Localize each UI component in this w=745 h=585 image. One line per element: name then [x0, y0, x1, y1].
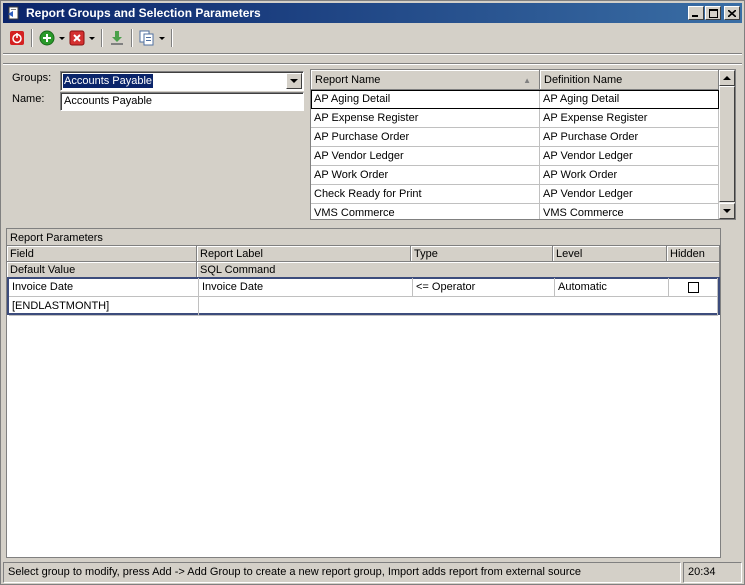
- import-icon: [111, 31, 123, 45]
- chevron-down-icon: [59, 36, 65, 40]
- arrow-up-icon: [723, 76, 731, 80]
- reports-grid-header: Report Name ▲ Definition Name: [311, 70, 719, 90]
- column-header-definition-name[interactable]: Definition Name: [540, 70, 719, 90]
- table-row[interactable]: Check Ready for Print AP Vendor Ledger: [311, 185, 719, 204]
- report-parameters-grid: Report Parameters Field Report Label Typ…: [6, 228, 721, 558]
- minimize-button[interactable]: [688, 6, 704, 20]
- hidden-cell[interactable]: [669, 278, 718, 297]
- toolbar-separator: [131, 29, 133, 47]
- delete-icon: [69, 30, 85, 46]
- groups-label: Groups:: [12, 72, 52, 84]
- groups-select[interactable]: Accounts Payable: [60, 71, 304, 91]
- title-bar: Report Groups and Selection Parameters: [3, 3, 742, 23]
- groups-selected-value: Accounts Payable: [63, 74, 154, 88]
- table-row[interactable]: Invoice Date Invoice Date <= Operator Au…: [7, 278, 720, 297]
- add-icon: [39, 30, 55, 46]
- definition-name-cell[interactable]: VMS Commerce: [540, 204, 719, 219]
- params-header-row-1: Field Report Label Type Level Hidden: [7, 246, 720, 262]
- definition-name-cell[interactable]: AP Aging Detail: [540, 90, 719, 109]
- close-icon: [728, 9, 736, 17]
- column-header-report-label[interactable]: Report Label: [197, 246, 411, 262]
- delete-button[interactable]: [67, 27, 97, 49]
- scroll-down-button[interactable]: [719, 203, 735, 219]
- params-header-row-2: Default Value SQL Command: [7, 262, 720, 278]
- table-row[interactable]: AP Vendor Ledger AP Vendor Ledger: [311, 147, 719, 166]
- report-name-cell[interactable]: AP Aging Detail: [311, 90, 540, 109]
- import-button[interactable]: [107, 27, 127, 49]
- column-header-field[interactable]: Field: [7, 246, 197, 262]
- column-label: Definition Name: [544, 74, 623, 86]
- app-icon: [8, 6, 19, 20]
- reports-grid: Report Name ▲ Definition Name AP Aging D…: [310, 69, 736, 220]
- report-label-cell[interactable]: Invoice Date: [199, 278, 413, 297]
- report-name-cell[interactable]: AP Vendor Ledger: [311, 147, 540, 166]
- window-title: Report Groups and Selection Parameters: [26, 6, 261, 20]
- add-button[interactable]: [37, 27, 67, 49]
- toolbar-separator: [101, 29, 103, 47]
- column-header-default-value[interactable]: Default Value: [7, 262, 197, 278]
- column-header-level[interactable]: Level: [553, 246, 667, 262]
- hidden-checkbox[interactable]: [687, 282, 699, 293]
- toolbar-divider: [3, 53, 742, 55]
- close-button[interactable]: [724, 6, 740, 20]
- report-name-cell[interactable]: AP Expense Register: [311, 109, 540, 128]
- report-parameters-caption: Report Parameters: [7, 229, 720, 246]
- type-cell[interactable]: <= Operator: [413, 278, 555, 297]
- default-value-cell[interactable]: [ENDLASTMONTH]: [9, 297, 199, 316]
- column-header-type[interactable]: Type: [411, 246, 553, 262]
- scroll-thumb[interactable]: [719, 86, 735, 202]
- minimize-icon: [692, 14, 698, 17]
- table-row[interactable]: VMS Commerce VMS Commerce: [311, 204, 719, 219]
- power-icon: [10, 31, 24, 45]
- status-bar: Select group to modify, press Add -> Add…: [3, 562, 742, 583]
- report-name-cell[interactable]: VMS Commerce: [311, 204, 540, 219]
- reports-grid-scrollbar[interactable]: [719, 70, 735, 219]
- column-header-hidden[interactable]: Hidden: [667, 246, 720, 262]
- report-name-cell[interactable]: AP Work Order: [311, 166, 540, 185]
- copy-button[interactable]: [137, 27, 167, 49]
- panel-divider: [3, 63, 742, 65]
- chevron-down-icon: [159, 36, 165, 40]
- groups-dropdown-button[interactable]: [286, 73, 302, 89]
- table-row[interactable]: AP Expense Register AP Expense Register: [311, 109, 719, 128]
- name-field[interactable]: Accounts Payable: [60, 92, 304, 111]
- table-row[interactable]: AP Aging Detail AP Aging Detail: [311, 90, 719, 109]
- toolbar: [3, 25, 742, 51]
- maximize-button[interactable]: [705, 6, 721, 20]
- field-cell[interactable]: Invoice Date: [9, 278, 199, 297]
- sort-ascending-icon: ▲: [523, 76, 531, 85]
- status-message: Select group to modify, press Add -> Add…: [3, 562, 681, 583]
- column-header-report-name[interactable]: Report Name ▲: [311, 70, 540, 90]
- scroll-up-button[interactable]: [719, 70, 735, 86]
- definition-name-cell[interactable]: AP Expense Register: [540, 109, 719, 128]
- toolbar-separator: [31, 29, 33, 47]
- table-row[interactable]: AP Purchase Order AP Purchase Order: [311, 128, 719, 147]
- level-cell[interactable]: Automatic: [555, 278, 669, 297]
- definition-name-cell[interactable]: AP Work Order: [540, 166, 719, 185]
- arrow-down-icon: [723, 209, 731, 213]
- report-name-cell[interactable]: Check Ready for Print: [311, 185, 540, 204]
- copy-icon: [139, 30, 154, 46]
- exit-button[interactable]: [7, 27, 27, 49]
- report-groups-window: Report Groups and Selection Parameters G…: [0, 0, 745, 585]
- table-row[interactable]: [ENDLASTMONTH]: [7, 297, 720, 316]
- report-name-cell[interactable]: AP Purchase Order: [311, 128, 540, 147]
- column-label: Report Name: [315, 74, 381, 86]
- table-row[interactable]: AP Work Order AP Work Order: [311, 166, 719, 185]
- chevron-down-icon: [290, 79, 298, 83]
- sql-command-cell[interactable]: [199, 297, 718, 316]
- name-label: Name:: [12, 93, 45, 105]
- definition-name-cell[interactable]: AP Vendor Ledger: [540, 147, 719, 166]
- maximize-icon: [708, 8, 718, 18]
- column-header-sql-command[interactable]: SQL Command: [197, 262, 720, 278]
- toolbar-separator: [171, 29, 173, 47]
- status-time: 20:34: [683, 562, 742, 583]
- definition-name-cell[interactable]: AP Vendor Ledger: [540, 185, 719, 204]
- definition-name-cell[interactable]: AP Purchase Order: [540, 128, 719, 147]
- chevron-down-icon: [89, 36, 95, 40]
